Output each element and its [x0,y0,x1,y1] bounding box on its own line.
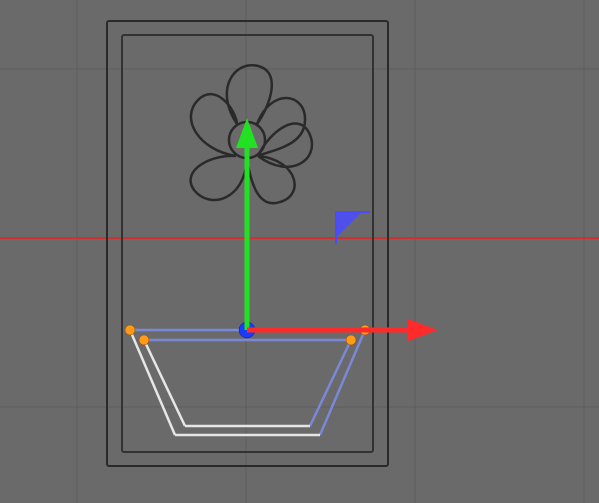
pot-edge-right-outer[interactable] [320,330,365,435]
vertex-top-right-inner[interactable] [346,335,356,345]
pot-mesh[interactable] [125,322,370,435]
viewport-3d[interactable] [0,0,599,503]
grid [0,0,599,503]
vertex-top-left-outer[interactable] [125,325,135,335]
pot-edge-left-outer[interactable] [130,330,175,435]
gizmo-arrowhead-x[interactable] [408,319,438,341]
gizmo-plane-xy[interactable] [336,212,370,244]
vertex-top-left-inner[interactable] [139,335,149,345]
transform-gizmo[interactable] [236,118,438,341]
canvas-svg [0,0,599,503]
